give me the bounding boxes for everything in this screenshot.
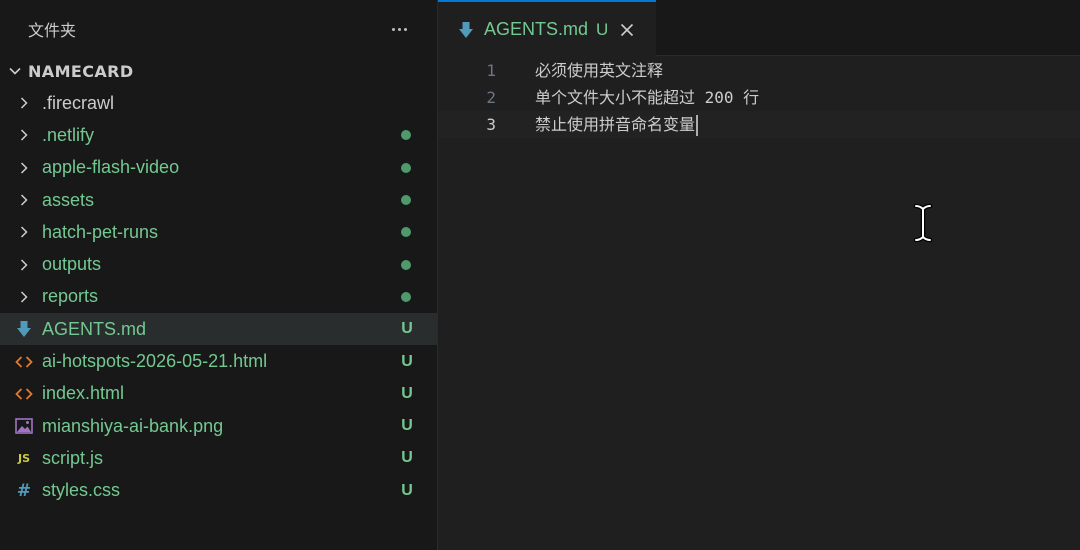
tree-item-label: ai-hotspots-2026-05-21.html (42, 351, 268, 372)
git-modified-dot-icon (401, 195, 411, 206)
line-text: 必须使用英文注释 (535, 57, 663, 84)
html-brackets-icon (14, 352, 34, 372)
git-status-badge: U (401, 481, 413, 499)
code-line[interactable]: 1 必须使用英文注释 (438, 57, 1080, 84)
vscode-window: 文件夹 NAMECARD .firecrawl .netlify apple-fla… (0, 0, 1080, 550)
close-icon[interactable] (618, 21, 636, 39)
git-modified-dot-icon (401, 291, 411, 302)
tree-item-label: mianshiya-ai-bank.png (42, 415, 224, 436)
chevron-right-icon (14, 125, 34, 145)
tree-folder-item[interactable]: hatch-pet-runs (0, 216, 437, 248)
tree-file-item[interactable]: ai-hotspots-2026-05-21.html U (0, 345, 437, 377)
tab-agents-md[interactable]: AGENTS.md U (438, 0, 656, 57)
git-status-badge: U (401, 320, 413, 338)
code-editor[interactable]: 1 必须使用英文注释 2 单个文件大小不能超过 200 行 3 禁止使用拼音命名变量 (438, 57, 1080, 138)
editor-tab-bar: AGENTS.md U (438, 0, 1080, 57)
line-text: 单个文件大小不能超过 200 行 (535, 84, 759, 111)
chevron-right-icon (14, 158, 34, 178)
image-file-icon (14, 416, 34, 436)
tree-file-item[interactable]: # styles.css U (0, 475, 437, 507)
code-line[interactable]: 3 禁止使用拼音命名变量 (438, 111, 1080, 138)
tree-file-item[interactable]: index.html U (0, 378, 437, 410)
git-status-badge: U (401, 352, 413, 370)
chevron-down-icon (6, 62, 24, 80)
tree-folder-item[interactable]: apple-flash-video (0, 152, 437, 184)
tree-item-label: hatch-pet-runs (42, 221, 159, 242)
chevron-right-icon (14, 222, 34, 242)
git-modified-dot-icon (401, 130, 411, 141)
line-content: 必须使用英文注释 (535, 61, 664, 80)
workspace-root-folder[interactable]: NAMECARD (0, 57, 437, 85)
tree-item-label: styles.css (42, 480, 121, 501)
code-line[interactable]: 2 单个文件大小不能超过 200 行 (438, 84, 1080, 111)
html-brackets-icon (14, 384, 34, 404)
tree-item-label: script.js (42, 447, 104, 468)
file-tree: .firecrawl .netlify apple-flash-video asset… (0, 87, 437, 507)
git-status-badge: U (401, 384, 413, 402)
line-text: 禁止使用拼音命名变量 (535, 111, 699, 138)
javascript-file-icon: JS (17, 451, 30, 465)
tree-folder-item[interactable]: outputs (0, 248, 437, 280)
tree-item-label: reports (42, 286, 99, 307)
tree-item-label: .firecrawl (42, 92, 115, 113)
line-number: 1 (486, 61, 496, 80)
tree-folder-item[interactable]: .firecrawl (0, 87, 437, 119)
tree-item-label: AGENTS.md (42, 318, 147, 339)
css-hash-icon: # (16, 480, 32, 501)
chevron-right-icon (14, 255, 34, 275)
tree-file-item[interactable]: JS script.js U (0, 442, 437, 474)
explorer-header: 文件夹 (0, 0, 437, 58)
line-number: 2 (486, 88, 496, 107)
tree-item-label: assets (42, 189, 95, 210)
git-modified-dot-icon (401, 227, 411, 238)
markdown-arrow-icon (456, 20, 476, 40)
explorer-title: 文件夹 (28, 21, 77, 40)
tab-label: AGENTS.md (484, 19, 589, 39)
chevron-right-icon (14, 287, 34, 307)
line-content: 禁止使用拼音命名变量 (535, 115, 696, 134)
explorer-sidebar: 文件夹 NAMECARD .firecrawl .netlify apple-fla… (0, 0, 437, 550)
text-ibeam-cursor-icon (912, 203, 934, 243)
line-number: 3 (486, 115, 496, 134)
tree-item-label: outputs (42, 254, 102, 275)
ellipsis-icon[interactable] (387, 17, 411, 41)
tree-item-label: apple-flash-video (42, 157, 180, 178)
text-caret (696, 115, 699, 136)
tab-git-status: U (596, 19, 609, 39)
workspace-root-label: NAMECARD (28, 61, 134, 81)
git-modified-dot-icon (401, 162, 411, 173)
tree-file-item[interactable]: AGENTS.md U (0, 313, 437, 346)
line-content: 单个文件大小不能超过 200 行 (535, 88, 760, 107)
chevron-right-icon (14, 93, 34, 113)
git-status-badge: U (401, 449, 413, 467)
tree-folder-item[interactable]: .netlify (0, 119, 437, 151)
git-status-badge: U (401, 417, 413, 435)
tree-folder-item[interactable]: reports (0, 281, 437, 313)
tree-item-label: .netlify (42, 124, 95, 145)
chevron-right-icon (14, 190, 34, 210)
markdown-arrow-icon (14, 319, 34, 339)
git-modified-dot-icon (401, 259, 411, 270)
tree-item-label: index.html (42, 383, 125, 404)
editor-area: AGENTS.md U 1 必须使用英文注释 2 单个文件大小不能超过 200 行 3 禁… (438, 0, 1080, 550)
tree-folder-item[interactable]: assets (0, 184, 437, 216)
tree-file-item[interactable]: mianshiya-ai-bank.png U (0, 410, 437, 442)
